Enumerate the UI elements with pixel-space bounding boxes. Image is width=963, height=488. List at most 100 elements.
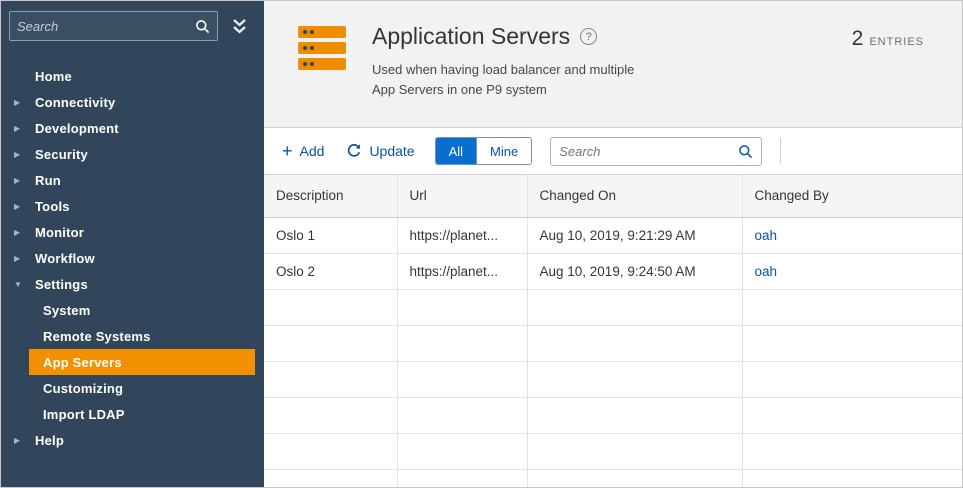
subtitle-line-1: Used when having load balancer and multi… xyxy=(372,62,635,77)
sidebar-item-tools[interactable]: ▶ Tools xyxy=(1,193,264,219)
sidebar-search-input[interactable] xyxy=(17,18,195,34)
chevron-right-icon: ▶ xyxy=(14,201,21,211)
table-search-input[interactable] xyxy=(559,143,739,159)
sidebar-item-label: Run xyxy=(35,172,61,188)
cell-changed-by-link[interactable]: oah xyxy=(742,253,962,290)
filter-mine-button[interactable]: Mine xyxy=(476,138,532,164)
toolbar-divider xyxy=(780,138,782,164)
cell-url: https://planet... xyxy=(397,217,528,254)
empty-cell xyxy=(264,397,398,434)
sidebar-search xyxy=(9,11,218,41)
cell-changed-on: Aug 10, 2019, 9:24:50 AM xyxy=(527,253,743,290)
empty-cell xyxy=(397,289,528,326)
sidebar-item-system[interactable]: System xyxy=(29,297,255,323)
column-header-changed-by[interactable]: Changed By xyxy=(742,175,962,218)
empty-cell xyxy=(527,325,743,362)
empty-cell xyxy=(527,289,743,326)
cell-description: Oslo 2 xyxy=(264,253,398,290)
empty-cell xyxy=(264,325,398,362)
table-header-row: Description Url Changed On Changed By xyxy=(264,175,962,218)
empty-cell xyxy=(527,397,743,434)
empty-row xyxy=(264,469,962,487)
sidebar-item-settings[interactable]: ▼ Settings xyxy=(1,271,264,297)
refresh-icon xyxy=(346,143,362,159)
sidebar-item-customizing[interactable]: Customizing xyxy=(29,375,255,401)
search-icon[interactable] xyxy=(195,19,210,34)
add-button[interactable]: + Add xyxy=(280,139,326,163)
empty-cell xyxy=(742,397,962,434)
sidebar-item-home[interactable]: Home xyxy=(1,63,264,89)
chevron-right-icon: ▶ xyxy=(14,175,21,185)
cell-description: Oslo 1 xyxy=(264,217,398,254)
empty-cell xyxy=(397,433,528,470)
app-window: Home ▶ Connectivity ▶ Development ▶ Secu… xyxy=(0,0,963,488)
expand-all-icon[interactable] xyxy=(228,16,251,37)
sidebar-item-label: App Servers xyxy=(43,354,122,370)
empty-cell xyxy=(264,289,398,326)
header-text: Application Servers ? Used when having l… xyxy=(372,23,634,100)
sidebar-item-label: Remote Systems xyxy=(43,328,151,344)
chevron-down-icon: ▼ xyxy=(14,279,22,289)
sidebar-item-import-ldap[interactable]: Import LDAP xyxy=(29,401,255,427)
empty-cell xyxy=(264,361,398,398)
sidebar-item-label: System xyxy=(43,302,91,318)
sidebar-item-label: Help xyxy=(35,432,64,448)
sidebar-item-run[interactable]: ▶ Run xyxy=(1,167,264,193)
sidebar-item-label: Tools xyxy=(35,198,70,214)
sidebar-item-label: Home xyxy=(35,68,72,84)
chevron-right-icon: ▶ xyxy=(14,149,21,159)
table-toolbar: + Add Update All Mine xyxy=(264,128,962,175)
sidebar-item-workflow[interactable]: ▶ Workflow xyxy=(1,245,264,271)
sidebar-item-development[interactable]: ▶ Development xyxy=(1,115,264,141)
page-subtitle: Used when having load balancer and multi… xyxy=(372,60,634,100)
table-row[interactable]: Oslo 2 https://planet... Aug 10, 2019, 9… xyxy=(264,253,962,290)
column-header-changed-on[interactable]: Changed On xyxy=(527,175,743,218)
app-servers-table: Description Url Changed On Changed By Os… xyxy=(264,175,962,487)
empty-cell xyxy=(742,361,962,398)
plus-icon: + xyxy=(282,141,293,161)
sidebar-item-security[interactable]: ▶ Security xyxy=(1,141,264,167)
empty-cell xyxy=(742,289,962,326)
sidebar-nav: Home ▶ Connectivity ▶ Development ▶ Secu… xyxy=(1,63,264,453)
chevron-right-icon: ▶ xyxy=(14,97,21,107)
entries-label: ENTRIES xyxy=(869,36,924,48)
sidebar-item-monitor[interactable]: ▶ Monitor xyxy=(1,219,264,245)
empty-cell xyxy=(264,469,398,487)
empty-cell xyxy=(527,469,743,487)
column-header-url[interactable]: Url xyxy=(397,175,528,218)
search-icon[interactable] xyxy=(738,144,753,159)
sidebar-item-app-servers[interactable]: App Servers xyxy=(29,349,255,375)
empty-cell xyxy=(527,361,743,398)
entries-count: 2 ENTRIES xyxy=(852,27,924,51)
help-icon[interactable]: ? xyxy=(580,28,598,45)
empty-cell xyxy=(397,325,528,362)
filter-all-button[interactable]: All xyxy=(435,138,477,164)
column-header-description[interactable]: Description xyxy=(264,175,398,218)
sidebar-item-label: Development xyxy=(35,120,119,136)
sidebar-item-remote-systems[interactable]: Remote Systems xyxy=(29,323,255,349)
table-search xyxy=(550,136,763,166)
empty-cell xyxy=(742,469,962,487)
sidebar-item-help[interactable]: ▶ Help xyxy=(1,427,264,453)
update-button-label: Update xyxy=(369,143,415,159)
subtitle-line-2: App Servers in one P9 system xyxy=(372,82,547,98)
server-icon xyxy=(296,25,348,76)
empty-cell xyxy=(264,433,398,470)
cell-url: https://planet... xyxy=(397,253,528,290)
table-row[interactable]: Oslo 1 https://planet... Aug 10, 2019, 9… xyxy=(264,217,962,254)
sidebar-item-label: Monitor xyxy=(35,224,85,240)
sidebar: Home ▶ Connectivity ▶ Development ▶ Secu… xyxy=(1,1,279,487)
cell-changed-by-link[interactable]: oah xyxy=(742,217,962,254)
cell-changed-on: Aug 10, 2019, 9:21:29 AM xyxy=(527,217,743,254)
empty-cell xyxy=(397,361,528,398)
empty-cell xyxy=(742,433,962,470)
sidebar-item-connectivity[interactable]: ▶ Connectivity xyxy=(1,89,264,115)
chevron-right-icon: ▶ xyxy=(14,253,21,263)
chevron-right-icon: ▶ xyxy=(14,227,21,237)
update-button[interactable]: Update xyxy=(344,139,416,163)
table-container: Description Url Changed On Changed By Os… xyxy=(264,175,962,487)
empty-row xyxy=(264,289,962,326)
add-button-label: Add xyxy=(299,143,325,159)
sidebar-item-label: Workflow xyxy=(35,250,95,266)
filter-segmented-control: All Mine xyxy=(434,137,533,165)
